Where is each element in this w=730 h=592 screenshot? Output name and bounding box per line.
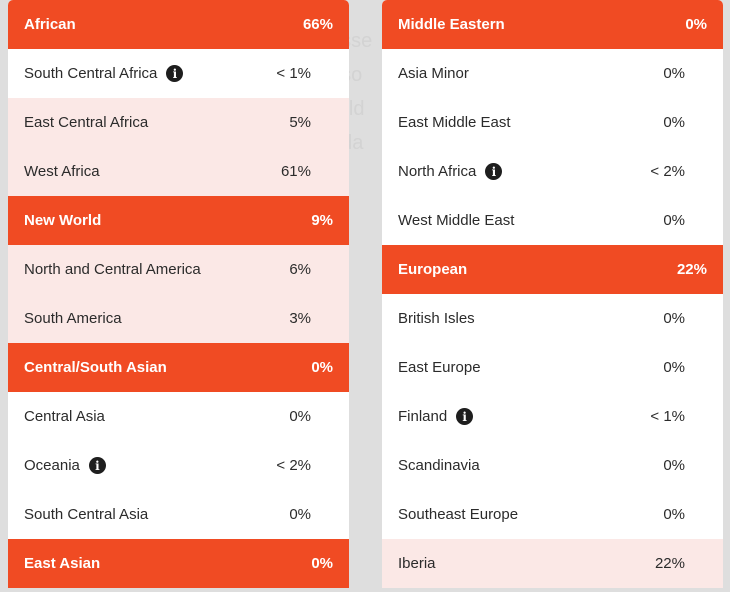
subregion-row-north-and-central-america[interactable]: North and Central America 6% <box>8 245 349 294</box>
subregion-row-east-middle-east[interactable]: East Middle East 0% <box>382 98 723 147</box>
subregion-label: Southeast Europe <box>398 506 519 523</box>
subregion-name-wrap: Iberia <box>398 555 605 572</box>
subregion-label: Finland <box>398 408 448 425</box>
subregion-label: North and Central America <box>24 261 201 278</box>
subregion-row-south-america[interactable]: South America 3% <box>8 294 349 343</box>
region-header-label: Central/South Asian <box>24 359 167 376</box>
region-header-label: African <box>24 16 76 33</box>
region-header-percent: 0% <box>311 359 333 376</box>
region-header-middle-eastern[interactable]: Middle Eastern 0% <box>382 0 723 49</box>
subregion-percent: 0% <box>663 359 685 376</box>
subregion-row-north-africa[interactable]: North Africa i < 2% <box>382 147 723 196</box>
subregion-percent: 0% <box>289 408 311 425</box>
subregion-name-wrap: British Isles <box>398 310 605 327</box>
info-icon[interactable]: i <box>166 65 184 82</box>
subregion-name-wrap: East Central Africa <box>24 114 231 131</box>
subregion-percent: 6% <box>289 261 311 278</box>
subregion-name-wrap: West Africa <box>24 163 231 180</box>
subregion-label: Iberia <box>398 555 436 572</box>
subregion-row-central-asia[interactable]: Central Asia 0% <box>8 392 349 441</box>
subregion-percent: 61% <box>280 163 311 180</box>
subregion-name-wrap: Southeast Europe <box>398 506 605 523</box>
info-icon[interactable]: i <box>485 163 503 180</box>
region-header-percent: 0% <box>311 555 333 572</box>
subregion-row-finland[interactable]: Finland i < 1% <box>382 392 723 441</box>
ancestry-column-left: African 66% South Central Africa i < 1% East … <box>8 0 349 588</box>
subregion-percent: < 2% <box>276 457 311 474</box>
subregion-row-asia-minor[interactable]: Asia Minor 0% <box>382 49 723 98</box>
subregion-name-wrap: Asia Minor <box>398 65 605 82</box>
subregion-label: West Africa <box>24 163 100 180</box>
subregion-label: North Africa <box>398 163 477 180</box>
info-icon[interactable]: i <box>456 408 474 425</box>
subregion-row-scandinavia[interactable]: Scandinavia 0% <box>382 441 723 490</box>
region-header-percent: 22% <box>676 261 707 278</box>
region-header-percent: 66% <box>302 16 333 33</box>
subregion-name-wrap: Scandinavia <box>398 457 605 474</box>
subregion-row-south-central-asia[interactable]: South Central Asia 0% <box>8 490 349 539</box>
subregion-name-wrap: North Africa i <box>398 163 605 180</box>
subregion-label: British Isles <box>398 310 475 327</box>
subregion-percent: 3% <box>289 310 311 327</box>
subregion-name-wrap: Central Asia <box>24 408 231 425</box>
subregion-name-wrap: Finland i <box>398 408 605 425</box>
subregion-percent: < 2% <box>650 163 685 180</box>
subregion-percent: 0% <box>663 212 685 229</box>
subregion-label: East Europe <box>398 359 481 376</box>
subregion-percent: 5% <box>289 114 311 131</box>
region-header-label: European <box>398 261 468 278</box>
subregion-name-wrap: East Europe <box>398 359 605 376</box>
subregion-label: Asia Minor <box>398 65 469 82</box>
subregion-label: South Central Asia <box>24 506 149 523</box>
subregion-row-west-middle-east[interactable]: West Middle East 0% <box>382 196 723 245</box>
subregion-percent: < 1% <box>650 408 685 425</box>
subregion-percent: 0% <box>663 506 685 523</box>
region-header-new-world[interactable]: New World 9% <box>8 196 349 245</box>
subregion-name-wrap: South America <box>24 310 231 327</box>
region-header-label: East Asian <box>24 555 101 572</box>
info-icon[interactable]: i <box>88 457 106 474</box>
region-header-east-asian[interactable]: East Asian 0% <box>8 539 349 588</box>
subregion-row-south-central-africa[interactable]: South Central Africa i < 1% <box>8 49 349 98</box>
subregion-label: South America <box>24 310 122 327</box>
subregion-row-british-isles[interactable]: British Isles 0% <box>382 294 723 343</box>
subregion-percent: 0% <box>663 114 685 131</box>
subregion-label: Scandinavia <box>398 457 480 474</box>
ancestry-column-right: Middle Eastern 0% Asia Minor 0% East Middle … <box>382 0 723 588</box>
subregion-row-east-europe[interactable]: East Europe 0% <box>382 343 723 392</box>
subregion-row-oceania[interactable]: Oceania i < 2% <box>8 441 349 490</box>
subregion-name-wrap: South Central Asia <box>24 506 231 523</box>
subregion-name-wrap: South Central Africa i <box>24 65 231 82</box>
subregion-row-west-africa[interactable]: West Africa 61% <box>8 147 349 196</box>
subregion-label: East Middle East <box>398 114 511 131</box>
subregion-percent: 0% <box>663 310 685 327</box>
region-header-label: New World <box>24 212 102 229</box>
subregion-percent: 22% <box>654 555 685 572</box>
region-header-percent: 9% <box>311 212 333 229</box>
subregion-row-east-central-africa[interactable]: East Central Africa 5% <box>8 98 349 147</box>
region-header-european[interactable]: European 22% <box>382 245 723 294</box>
subregion-name-wrap: Oceania i <box>24 457 231 474</box>
subregion-percent: 0% <box>663 65 685 82</box>
subregion-label: Oceania <box>24 457 80 474</box>
subregion-percent: 0% <box>289 506 311 523</box>
region-header-african[interactable]: African 66% <box>8 0 349 49</box>
subregion-row-iberia[interactable]: Iberia 22% <box>382 539 723 588</box>
subregion-name-wrap: West Middle East <box>398 212 605 229</box>
subregion-name-wrap: North and Central America <box>24 261 231 278</box>
subregion-label: West Middle East <box>398 212 515 229</box>
subregion-row-southeast-europe[interactable]: Southeast Europe 0% <box>382 490 723 539</box>
subregion-label: East Central Africa <box>24 114 149 131</box>
subregion-percent: 0% <box>663 457 685 474</box>
subregion-percent: < 1% <box>276 65 311 82</box>
subregion-name-wrap: East Middle East <box>398 114 605 131</box>
region-header-percent: 0% <box>685 16 707 33</box>
region-header-label: Middle Eastern <box>398 16 505 33</box>
subregion-label: South Central Africa <box>24 65 158 82</box>
region-header-central-south-asian[interactable]: Central/South Asian 0% <box>8 343 349 392</box>
subregion-label: Central Asia <box>24 408 105 425</box>
